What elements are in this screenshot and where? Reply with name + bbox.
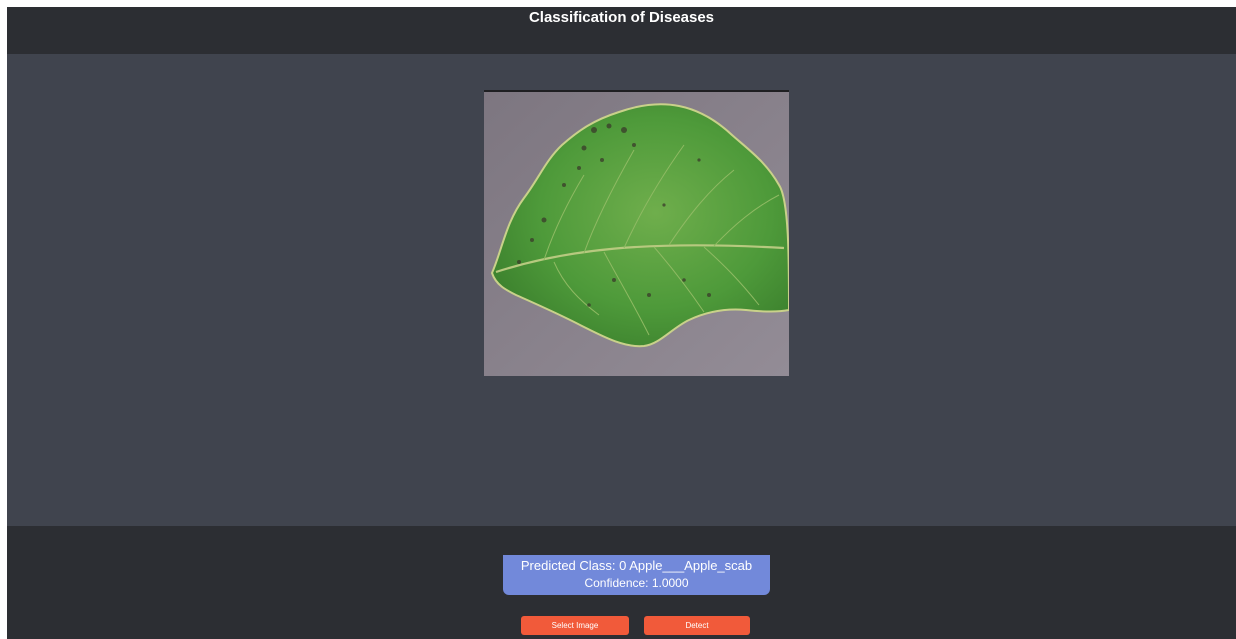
predicted-class-text: Predicted Class: 0 Apple___Apple_scab (520, 558, 753, 573)
confidence-text: Confidence: 1.0000 (584, 576, 689, 590)
prediction-result-box: Predicted Class: 0 Apple___Apple_scab Co… (503, 555, 770, 595)
detect-button[interactable]: Detect (644, 616, 750, 635)
leaf-picture (484, 90, 789, 376)
footer-panel: Predicted Class: 0 Apple___Apple_scab Co… (7, 526, 1236, 639)
select-image-button[interactable]: Select Image (521, 616, 629, 635)
app-window: Classification of Diseases Predicted Cla… (7, 7, 1236, 639)
header-bar: Classification of Diseases (7, 7, 1236, 54)
image-display-area (7, 54, 1236, 526)
leaf-image (484, 90, 789, 376)
page-title: Classification of Diseases (528, 9, 715, 26)
